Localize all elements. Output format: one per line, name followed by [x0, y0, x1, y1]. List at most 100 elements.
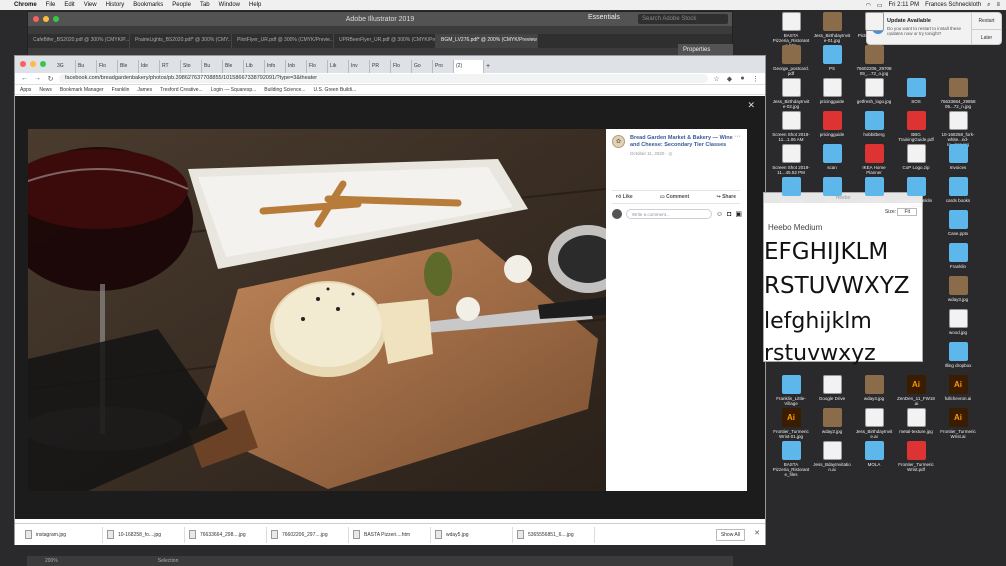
browser-tab[interactable]: 3G: [55, 60, 76, 73]
bookmark-item[interactable]: News: [39, 87, 52, 93]
desktop-icon[interactable]: BASTA Pizzeria_Ristorante_files: [772, 441, 810, 477]
search-icon[interactable]: ⌕: [987, 2, 990, 9]
extension-icon[interactable]: ◆: [725, 75, 734, 83]
zoom-window-button[interactable]: [53, 16, 59, 22]
desktop-icon[interactable]: Franklin: [939, 243, 977, 269]
desktop-icon[interactable]: Jess_BdayInvitation.ai: [813, 441, 851, 472]
bookmark-item[interactable]: Login — Squaresp...: [211, 87, 257, 93]
close-icon[interactable]: ✕: [754, 529, 760, 537]
wifi-icon[interactable]: ◠: [866, 2, 871, 9]
reload-icon[interactable]: ↻: [46, 75, 55, 83]
desktop-icon[interactable]: 76633664_29858 05...72_n.jpg: [939, 78, 977, 109]
browser-tab[interactable]: PR: [370, 60, 391, 73]
bookmark-item[interactable]: Bookmark Manager: [60, 87, 104, 93]
menu-people[interactable]: People: [172, 2, 191, 8]
post-date[interactable]: October 11, 2020 · ◎: [630, 151, 741, 157]
browser-tab[interactable]: Bu: [76, 60, 97, 73]
desktop-icon[interactable]: Cabin Photos: [772, 177, 810, 203]
post-photo[interactable]: [28, 129, 606, 491]
desktop-icon[interactable]: PS: [813, 45, 851, 71]
desktop-icon[interactable]: FrancesFranklin (1).pdf: [897, 177, 935, 208]
desktop-icon[interactable]: Invoices: [939, 144, 977, 170]
size-selector[interactable]: Size: Fit: [885, 208, 917, 216]
bookmark-item[interactable]: Building Science...: [264, 87, 305, 93]
desktop-icon[interactable]: Screen Shot 2019-11...1.06 AM: [772, 111, 810, 142]
close-window-button[interactable]: [33, 16, 39, 22]
menubar-clock[interactable]: Fri 2:11 PM: [889, 2, 920, 8]
share-button[interactable]: ↪ Share: [716, 194, 736, 200]
comment-button[interactable]: ▭ Comment: [660, 194, 689, 200]
browser-tab[interactable]: Info: [265, 60, 286, 73]
page-name-link[interactable]: Bread Garden Market & Bakery: [630, 135, 711, 141]
desktop-icon[interactable]: CoP Logo.zip: [897, 144, 935, 170]
show-all-button[interactable]: Show All: [715, 528, 745, 541]
stock-search-input[interactable]: Search Adobe Stock: [638, 14, 728, 24]
download-item[interactable]: BASTA Pizzeri....htm: [349, 526, 431, 543]
desktop-icon[interactable]: James: [813, 177, 851, 203]
desktop-icon[interactable]: getfresh_logo.jpg: [855, 78, 893, 104]
browser-tab[interactable]: RT: [160, 60, 181, 73]
desktop-icon[interactable]: BBG TrainingGuide.pdf: [897, 111, 935, 142]
profile-avatar-icon[interactable]: ●: [738, 75, 747, 82]
desktop-icon[interactable]: • CLIENTS: [855, 177, 893, 203]
gif-icon[interactable]: ▣: [735, 210, 742, 218]
close-window-button[interactable]: [20, 61, 26, 67]
desktop-icon[interactable]: Ai fullchevron.ai: [939, 375, 977, 401]
browser-tab[interactable]: Go: [412, 60, 433, 73]
like-button[interactable]: 👍︎ Like: [616, 194, 633, 200]
tool-status[interactable]: Selection: [158, 558, 179, 564]
zoom-level[interactable]: 200%: [45, 558, 58, 564]
menu-bookmarks[interactable]: Bookmarks: [133, 2, 163, 8]
browser-tab[interactable]: Ble: [118, 60, 139, 73]
menu-history[interactable]: History: [106, 2, 125, 8]
desktop-icon[interactable]: pricingguide: [813, 111, 851, 137]
zoom-window-button[interactable]: [40, 61, 46, 67]
bookmark-item[interactable]: Franklin: [112, 87, 130, 93]
doc-tab[interactable]: PrairieLights_BS2020.pdf* @ 300% (CMY...: [130, 34, 232, 48]
browser-tab[interactable]: Lik: [328, 60, 349, 73]
forward-arrow-icon[interactable]: →: [33, 75, 42, 82]
desktop-icon[interactable]: Franklin_Little-Village: [772, 375, 810, 406]
browser-tab[interactable]: Sto: [181, 60, 202, 73]
desktop-icon[interactable]: Frontier_TurmericWrist.pdf: [897, 441, 935, 472]
new-tab-button[interactable]: +: [484, 60, 496, 73]
desktop-icon[interactable]: MOLA: [855, 441, 893, 467]
menu-list-icon[interactable]: ≡: [996, 2, 1000, 8]
desktop-icon[interactable]: Ai Frontier_TurmericWrist.ai: [939, 408, 977, 439]
address-bar[interactable]: facebook.com/breadgardenbakery/photos/pb…: [59, 74, 708, 83]
menu-tab[interactable]: Tab: [200, 2, 210, 8]
menu-edit[interactable]: Edit: [64, 2, 74, 8]
menu-file[interactable]: File: [46, 2, 56, 8]
desktop-icon[interactable]: Ai Frontier_TurmericWrist-01.jpg: [772, 408, 810, 439]
browser-tab[interactable]: Ble: [223, 60, 244, 73]
battery-icon[interactable]: ▭: [877, 2, 883, 9]
bookmark-item[interactable]: James: [137, 87, 152, 93]
menu-view[interactable]: View: [84, 2, 97, 8]
browser-tab[interactable]: Bu: [202, 60, 223, 73]
desktop-icon[interactable]: wood.jpg: [939, 309, 977, 335]
desktop-icon[interactable]: Picture ctopping: [855, 12, 893, 38]
browser-tab[interactable]: Lib: [244, 60, 265, 73]
browser-tab[interactable]: Inb: [286, 60, 307, 73]
desktop-icon[interactable]: Ai ZenDen_11_FW18.ai: [897, 375, 935, 406]
desktop-icon[interactable]: 76602206_29708 09_...72_o.jpg: [855, 45, 893, 76]
desktop-icon[interactable]: Jess_BirthdayInvite-02.jpg: [772, 78, 810, 109]
desktop-icon[interactable]: IKEA Home Planner: [855, 144, 893, 175]
menu-window[interactable]: Window: [219, 2, 240, 8]
download-item[interactable]: wday5.jpg: [431, 526, 513, 543]
later-button[interactable]: Later: [971, 29, 1001, 45]
menu-help[interactable]: Help: [249, 2, 261, 8]
browser-tab[interactable]: Flo: [97, 60, 118, 73]
desktop-icon[interactable]: Jess_BirthdayInvite.ai: [855, 408, 893, 439]
star-icon[interactable]: ☆: [712, 75, 721, 83]
browser-tab[interactable]: Inv: [349, 60, 370, 73]
emoji-icon[interactable]: ☺: [716, 211, 723, 218]
desktop-icon[interactable]: George_postcard.pdf: [772, 45, 810, 76]
desktop-icon[interactable]: wday2.jpg: [813, 408, 851, 434]
browser-tab-active[interactable]: (2): [454, 60, 484, 73]
desktop-icon[interactable]: scan: [813, 144, 851, 170]
desktop-icon[interactable]: Case.pptx: [939, 210, 977, 236]
browser-tab[interactable]: Flo: [307, 60, 328, 73]
download-item[interactable]: 76633664_298....jpg: [185, 526, 267, 543]
desktop-icon[interactable]: wday4.jpg: [855, 375, 893, 401]
